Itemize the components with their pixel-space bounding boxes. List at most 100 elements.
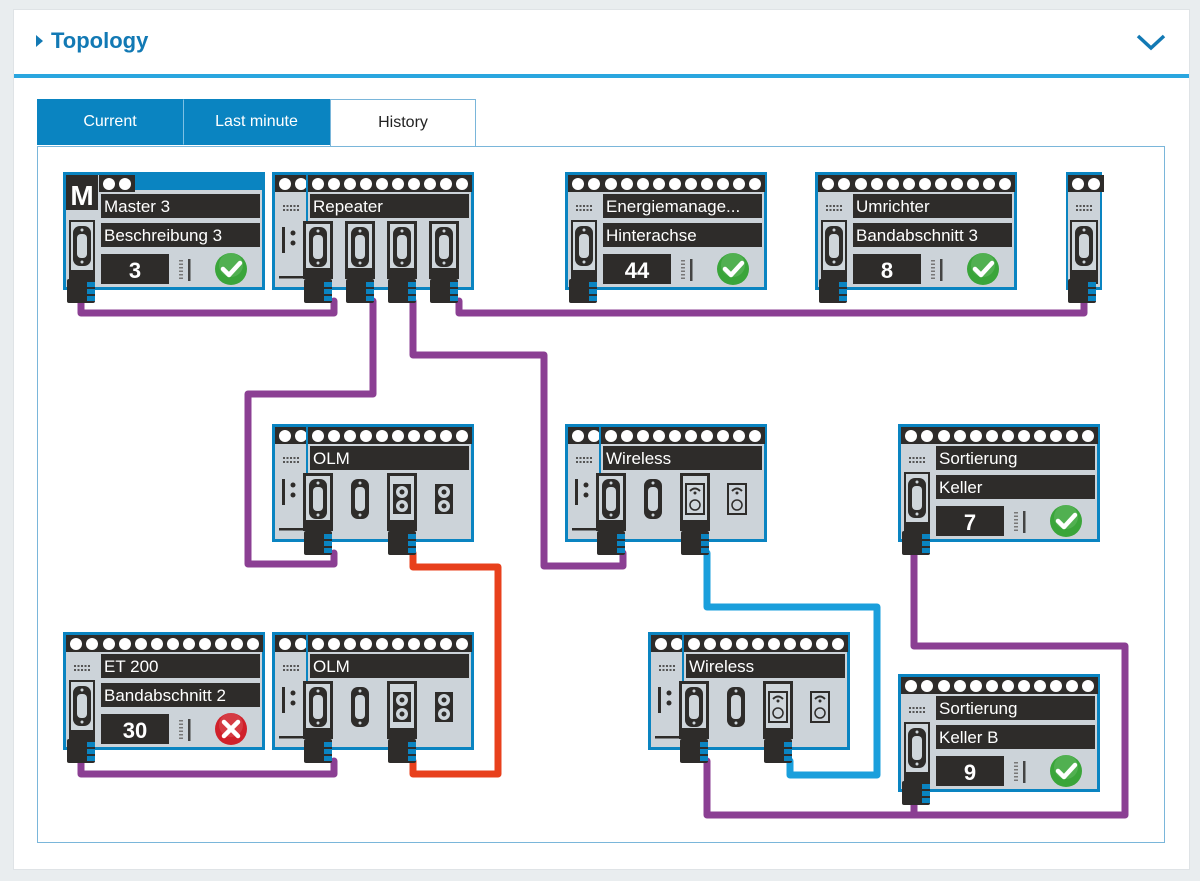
dsub-port-icon (351, 227, 369, 267)
device-name: OLM (313, 657, 350, 676)
bus-connector (430, 279, 458, 303)
module-leds (275, 427, 311, 444)
dsub-port-icon (575, 226, 593, 266)
bus-connector (67, 279, 95, 303)
device-description: Bandabschnitt 3 (856, 226, 978, 245)
device-address: 9 (964, 760, 976, 785)
device-description: Keller B (939, 728, 999, 747)
status-leds (308, 427, 472, 444)
module-leds (651, 635, 687, 652)
dsub-port-icon (351, 479, 369, 519)
device-description: Hinterachse (606, 226, 697, 245)
status-leds (308, 175, 472, 192)
device-sort1[interactable]: Sortierung Keller 7 (898, 424, 1100, 555)
bus-connector (304, 279, 332, 303)
status-ok-icon (967, 253, 999, 285)
bus-connector (304, 739, 332, 763)
status-leds (934, 427, 1098, 444)
bus-connector (680, 739, 708, 763)
device-address: 8 (881, 258, 893, 283)
device-address: 30 (123, 718, 147, 743)
device-address: 7 (964, 510, 976, 535)
collapse-button[interactable] (1135, 30, 1167, 54)
device-wireless2[interactable]: Wireless (648, 632, 850, 763)
topology-canvas: M Master 3 Beschreibung 3 3 Repeater Energiem… (37, 146, 1165, 843)
bus-connector (1068, 279, 1096, 303)
status-leds (601, 427, 765, 444)
panel-title[interactable]: Topology (36, 28, 148, 54)
status-ok-icon (215, 253, 247, 285)
panel-title-text: Topology (51, 28, 149, 53)
bus-connector (388, 279, 416, 303)
topology-diagram: M Master 3 Beschreibung 3 3 Repeater Energiem… (63, 172, 1129, 819)
dsub-port-icon (73, 226, 91, 266)
device-energie[interactable]: Energiemanage... Hinterachse 44 (565, 172, 767, 303)
fiber-port-icon (435, 692, 453, 722)
bus-connector (819, 279, 847, 303)
device-description: Keller (939, 478, 983, 497)
device-name: Sortierung (939, 449, 1017, 468)
device-name: OLM (313, 449, 350, 468)
bus-connector (597, 531, 625, 555)
device-master3[interactable]: M Master 3 Beschreibung 3 3 (63, 172, 265, 303)
module-leds (275, 635, 311, 652)
module-leds (901, 677, 937, 694)
bus-connector (388, 739, 416, 763)
status-leds (601, 175, 765, 192)
tab-bar: Current Last minute History (37, 99, 476, 147)
status-ok-icon (1050, 505, 1082, 537)
status-ok-icon (1050, 755, 1082, 787)
fiber-port-icon (393, 692, 411, 722)
status-leds (684, 635, 848, 652)
dsub-port-icon (351, 687, 369, 727)
module-leds (568, 427, 604, 444)
device-et200[interactable]: ET 200 Bandabschnitt 2 30 (63, 632, 265, 763)
device-umrichter[interactable]: Umrichter Bandabschnitt 3 8 (815, 172, 1017, 303)
cable-et200-olm (77, 757, 338, 778)
dsub-port-icon (393, 227, 411, 267)
dsub-port-icon (309, 479, 327, 519)
device-name: Wireless (606, 449, 671, 468)
device-sort2[interactable]: Sortierung Keller B 9 (898, 674, 1100, 805)
device-repeater[interactable]: Repeater (272, 172, 474, 303)
dsub-port-icon (309, 227, 327, 267)
tab-current[interactable]: Current (37, 99, 183, 145)
dsub-port-icon (73, 686, 91, 726)
bus-connector (388, 531, 416, 555)
chevron-down-icon (1136, 34, 1166, 51)
dsub-port-icon (309, 687, 327, 727)
status-error-icon (215, 713, 247, 745)
device-description: Bandabschnitt 2 (104, 686, 226, 705)
device-address: 44 (625, 258, 650, 283)
dsub-port-icon (644, 479, 662, 519)
tab-last-minute[interactable]: Last minute (183, 99, 330, 145)
status-leds (851, 175, 1015, 192)
dsub-port-icon (1075, 226, 1093, 266)
tab-history[interactable]: History (330, 99, 476, 147)
device-terminator[interactable] (1066, 172, 1104, 303)
bus-connector (902, 781, 930, 805)
cable-master-repeater (77, 297, 338, 317)
device-olm2[interactable]: OLM (272, 632, 474, 763)
status-leds (934, 677, 1098, 694)
device-name: Repeater (313, 197, 383, 216)
device-wireless1[interactable]: Wireless (565, 424, 767, 555)
device-olm1[interactable]: OLM (272, 424, 474, 555)
module-leds (568, 175, 604, 192)
master-badge-label: M (70, 180, 93, 211)
status-leds (308, 635, 472, 652)
status-leds (99, 635, 263, 652)
dsub-port-icon (602, 479, 620, 519)
bus-connector (681, 531, 709, 555)
dsub-port-icon (727, 687, 745, 727)
device-name: Wireless (689, 657, 754, 676)
panel-header: Topology (14, 10, 1189, 78)
device-name: Sortierung (939, 699, 1017, 718)
fiber-port-icon (435, 484, 453, 514)
dsub-port-icon (685, 687, 703, 727)
module-leds (1068, 175, 1104, 192)
bus-connector (902, 531, 930, 555)
dsub-port-icon (908, 728, 926, 768)
bus-connector (764, 739, 792, 763)
module-leds (66, 635, 102, 652)
